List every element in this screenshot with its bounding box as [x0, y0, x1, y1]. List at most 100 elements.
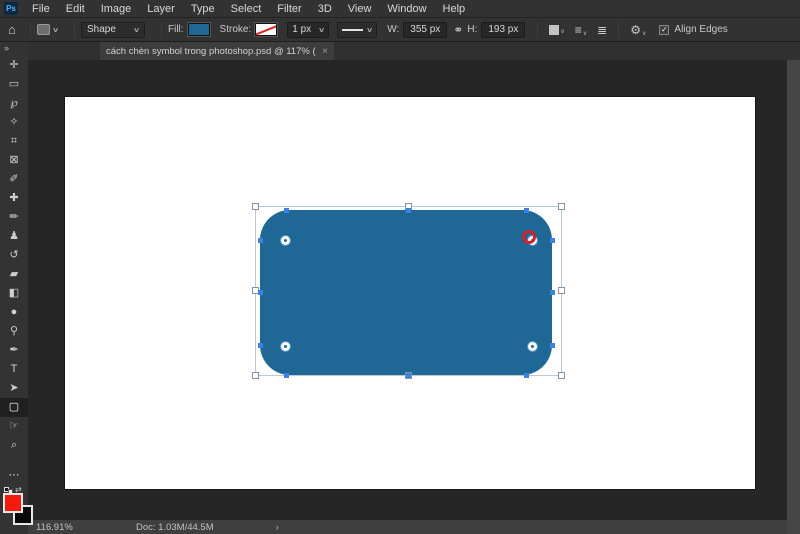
radius-widget-bottom-left[interactable]	[281, 342, 290, 351]
path-arrangement-button[interactable]: ≣	[597, 23, 607, 37]
tool-mode-select[interactable]: Shape ∨	[81, 22, 145, 38]
pen-tool[interactable]: ✒	[0, 341, 28, 360]
marquee-tool[interactable]: ▭	[0, 75, 28, 94]
path-alignment-button[interactable]: ≡ ∨	[575, 23, 587, 37]
document-canvas[interactable]	[65, 97, 755, 489]
type-tool[interactable]: T	[0, 360, 28, 379]
path-operations-icon	[549, 25, 559, 35]
radius-widget-bottom-right[interactable]	[528, 342, 537, 351]
path-anchor[interactable]	[550, 238, 555, 243]
menu-item-image[interactable]: Image	[93, 0, 140, 18]
menu-item-layer[interactable]: Layer	[139, 0, 183, 18]
annotation-red-circle	[522, 230, 536, 244]
frame-tool[interactable]: ⊠	[0, 151, 28, 170]
gradient-tool[interactable]: ◧	[0, 284, 28, 303]
height-label: H:	[467, 24, 477, 35]
path-operations-button[interactable]: ∨	[549, 25, 564, 35]
path-anchor[interactable]	[284, 208, 289, 213]
menu-item-file[interactable]: File	[24, 0, 58, 18]
path-anchor[interactable]	[258, 238, 263, 243]
hand-tool-icon: ☞	[9, 421, 19, 432]
home-icon[interactable]: ⌂	[8, 22, 16, 37]
transform-bounding-box	[255, 206, 562, 376]
fill-color-swatch[interactable]	[188, 23, 210, 36]
menu-item-3d[interactable]: 3D	[310, 0, 340, 18]
menu-item-type[interactable]: Type	[183, 0, 223, 18]
stroke-width-field[interactable]: 1 px ∨	[287, 22, 329, 38]
transform-handle-mid-right[interactable]	[558, 287, 565, 294]
lasso-tool[interactable]: ℘	[0, 94, 28, 113]
transform-handle-bottom-right[interactable]	[558, 372, 565, 379]
options-bar: ⌂ ∨ Shape ∨ Fill: Stroke: 1 px ∨ ∨ W: 35…	[0, 18, 800, 42]
path-anchor[interactable]	[284, 373, 289, 378]
chevron-down-icon: ∨	[366, 26, 373, 34]
healing-brush-tool-icon: ✚	[9, 193, 18, 204]
hand-tool[interactable]: ☞	[0, 417, 28, 436]
toolbar-collapse-icon[interactable]: »	[0, 42, 28, 53]
document-tab[interactable]: cách chèn symbol trong photoshop.psd @ 1…	[100, 42, 334, 60]
document-tab-title: cách chèn symbol trong photoshop.psd @ 1…	[106, 46, 316, 57]
width-label: W:	[387, 24, 399, 35]
separator	[74, 22, 75, 38]
menu-item-window[interactable]: Window	[379, 0, 434, 18]
stroke-style-select[interactable]: ∨	[337, 22, 377, 38]
healing-brush-tool[interactable]: ✚	[0, 189, 28, 208]
tool-preset-thumbnail	[37, 24, 50, 35]
history-brush-tool-icon: ↺	[9, 250, 18, 261]
transform-handle-top-left[interactable]	[252, 203, 259, 210]
zoom-tool-icon: ⌕	[11, 440, 17, 451]
radius-widget-top-left[interactable]	[281, 236, 290, 245]
path-anchor[interactable]	[258, 290, 263, 295]
pen-tool-icon: ✒	[9, 345, 18, 356]
menu-item-help[interactable]: Help	[435, 0, 474, 18]
clone-stamp-tool[interactable]: ♟	[0, 227, 28, 246]
menu-item-filter[interactable]: Filter	[269, 0, 309, 18]
history-brush-tool[interactable]: ↺	[0, 246, 28, 265]
dodge-tool[interactable]: ⚲	[0, 322, 28, 341]
rectangle-tool[interactable]: ▢	[0, 398, 28, 417]
tool-preset-picker[interactable]: ∨	[37, 24, 58, 35]
transform-handle-bottom-left[interactable]	[252, 372, 259, 379]
panel-dock-strip[interactable]	[787, 60, 800, 534]
zoom-tool[interactable]: ⌕	[0, 436, 28, 455]
object-selection-tool[interactable]: ✧	[0, 113, 28, 132]
menu-bar: Ps FileEditImageLayerTypeSelectFilter3DV…	[0, 0, 800, 18]
menu-items: FileEditImageLayerTypeSelectFilter3DView…	[24, 0, 473, 17]
stroke-width-value: 1 px	[292, 24, 311, 35]
path-anchor[interactable]	[524, 208, 529, 213]
close-icon[interactable]: ×	[322, 46, 328, 57]
path-anchor[interactable]	[550, 290, 555, 295]
link-dimensions-icon[interactable]: ⚭	[453, 23, 463, 37]
height-field[interactable]: 193 px	[481, 22, 525, 38]
photoshop-logo: Ps	[4, 2, 18, 15]
transform-handle-top-right[interactable]	[558, 203, 565, 210]
menu-item-edit[interactable]: Edit	[58, 0, 93, 18]
separator	[537, 22, 538, 38]
crop-tool[interactable]: ⌗	[0, 132, 28, 151]
brush-tool[interactable]: ✏	[0, 208, 28, 227]
path-anchor[interactable]	[524, 373, 529, 378]
align-edges-checkbox[interactable]: ✓	[659, 25, 669, 35]
path-anchor[interactable]	[258, 343, 263, 348]
width-field[interactable]: 355 px	[403, 22, 447, 38]
stroke-color-swatch[interactable]	[255, 23, 277, 36]
zoom-level-field[interactable]: 116.91%	[36, 522, 88, 533]
blur-tool[interactable]: ●	[0, 303, 28, 322]
menu-item-view[interactable]: View	[340, 0, 380, 18]
path-anchor[interactable]	[406, 373, 411, 378]
status-bar: 116.91% Doc: 1.03M/44.5M ›	[28, 520, 787, 534]
edit-toolbar-button[interactable]: ⋯	[0, 468, 28, 481]
eyedropper-tool[interactable]: ✐	[0, 170, 28, 189]
foreground-color-swatch[interactable]	[3, 493, 23, 513]
shape-settings-button[interactable]: ⚙ ∨	[630, 23, 646, 37]
move-tool-icon: ✛	[9, 60, 18, 71]
object-selection-tool-icon: ✧	[9, 117, 18, 128]
move-tool[interactable]: ✛	[0, 56, 28, 75]
path-selection-tool[interactable]: ➤	[0, 379, 28, 398]
menu-item-select[interactable]: Select	[223, 0, 270, 18]
eraser-tool-icon: ▰	[10, 269, 18, 280]
path-anchor[interactable]	[550, 343, 555, 348]
eraser-tool[interactable]: ▰	[0, 265, 28, 284]
path-anchor[interactable]	[406, 208, 411, 213]
status-chevron-icon[interactable]: ›	[276, 522, 279, 533]
